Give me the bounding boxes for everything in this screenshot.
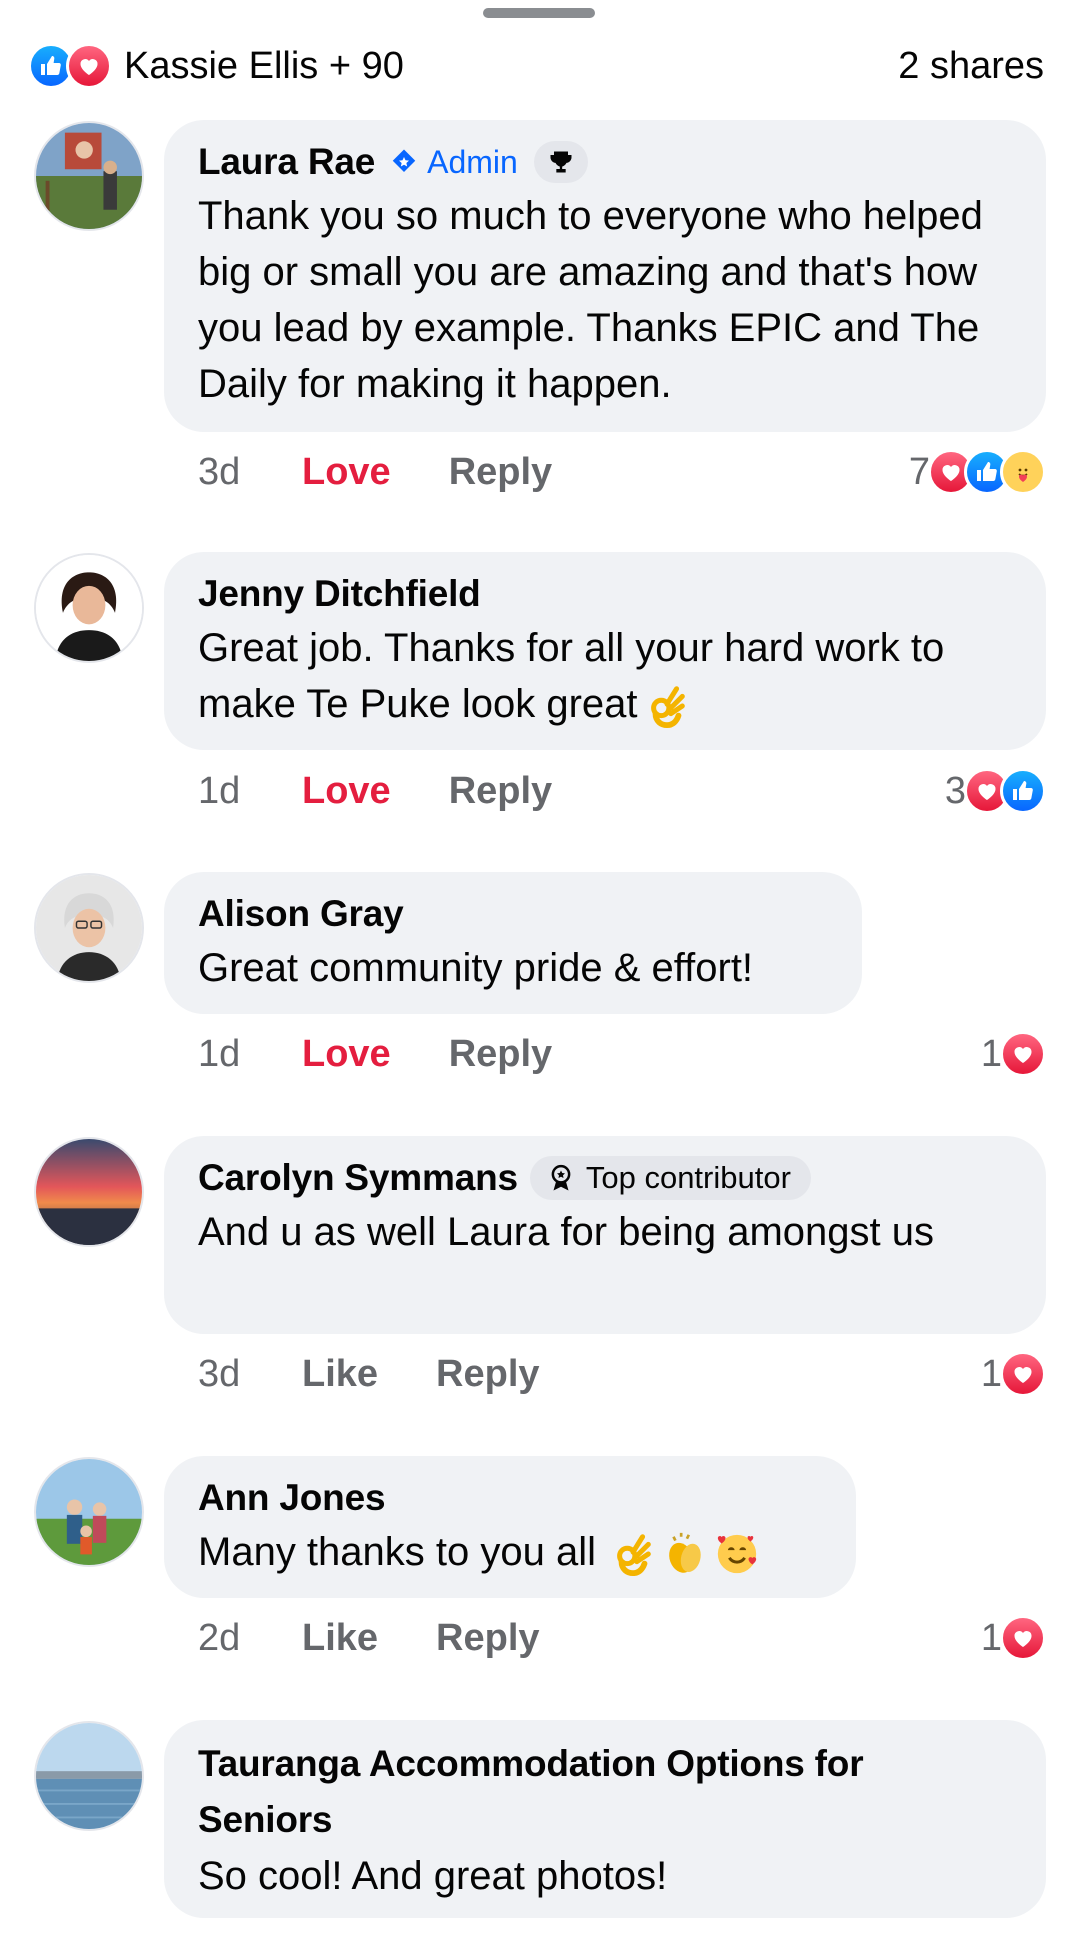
like-button[interactable]: Like <box>302 1617 378 1660</box>
comment-actions: 2d Like Reply <box>198 1610 598 1666</box>
comment-author[interactable]: Laura Rae <box>198 141 375 183</box>
comment-author[interactable]: Jenny Ditchfield <box>198 573 481 615</box>
comment-actions: 3d Love Reply <box>198 444 610 500</box>
comment-text: Great community pride & effort! <box>198 946 754 990</box>
comment-reactions[interactable]: 1 <box>981 1610 1046 1666</box>
comment-author[interactable]: Alison Gray <box>198 893 404 935</box>
avatar[interactable] <box>34 1721 144 1831</box>
like-reaction-icon <box>1000 768 1046 814</box>
reactions-summary[interactable]: Kassie Ellis + 90 2 shares <box>28 40 1044 92</box>
drag-handle[interactable] <box>483 8 595 18</box>
comment-bubble[interactable]: Ann Jones Many thanks to you all <box>164 1456 856 1598</box>
love-button[interactable]: Love <box>302 1033 391 1076</box>
comment-timestamp[interactable]: 1d <box>198 770 302 813</box>
comment-text: Great job. Thanks for all your hard work… <box>198 620 1010 732</box>
contributor-badge-icon <box>551 1164 571 1191</box>
admin-badge: Admin <box>389 144 518 181</box>
comment-timestamp[interactable]: 3d <box>198 451 302 494</box>
comment-reactions[interactable]: 1 <box>981 1346 1046 1402</box>
comment-author[interactable]: Tauranga Accommodation Options for Senio… <box>198 1736 968 1848</box>
comment-timestamp[interactable]: 3d <box>198 1353 302 1396</box>
reply-button[interactable]: Reply <box>449 451 552 494</box>
love-reaction-icon <box>66 43 112 89</box>
comment-bubble[interactable]: Carolyn Symmans Top contributor And u as… <box>164 1136 1046 1334</box>
top-contributor-badge: Top contributor <box>529 1156 811 1200</box>
avatar[interactable] <box>34 1137 144 1247</box>
comment-timestamp[interactable]: 2d <box>198 1617 302 1660</box>
comment-bubble[interactable]: Tauranga Accommodation Options for Senio… <box>164 1720 1046 1918</box>
comment-actions: 1d Love Reply <box>198 763 610 819</box>
comment-author[interactable]: Ann Jones <box>198 1477 386 1519</box>
shares-count[interactable]: 2 shares <box>898 45 1044 88</box>
comment-reactions[interactable]: 3 <box>945 763 1046 819</box>
top-contributor-label: Top contributor <box>585 1160 791 1195</box>
comment-text: Thank you so much to everyone who helped… <box>198 194 983 406</box>
comment-actions: 1d Love Reply <box>198 1026 610 1082</box>
clapping-hands-emoji <box>669 1533 701 1574</box>
comment-bubble[interactable]: Jenny Ditchfield Great job. Thanks for a… <box>164 552 1046 750</box>
trophy-icon <box>533 141 588 183</box>
love-reaction-icon <box>1000 1351 1046 1397</box>
reactors-summary-text[interactable]: Kassie Ellis + 90 <box>124 45 404 88</box>
reaction-count: 1 <box>980 1352 1002 1395</box>
ok-hand-emoji <box>617 1534 651 1577</box>
smiling-face-with-hearts-emoji <box>717 1535 757 1574</box>
reaction-count: 1 <box>980 1032 1002 1075</box>
admin-shield-icon <box>392 149 416 172</box>
reaction-count: 3 <box>944 769 966 812</box>
comment-text: And u as well Laura for being amongst us <box>198 1210 934 1254</box>
comment-reactions[interactable]: 1 <box>981 1026 1046 1082</box>
reply-button[interactable]: Reply <box>436 1353 539 1396</box>
comment-bubble[interactable]: Alison Gray Great community pride & effo… <box>164 872 862 1014</box>
reaction-count: 7 <box>908 450 930 493</box>
comment-bubble[interactable]: Laura Rae Admin Thank you so much to eve… <box>164 120 1046 432</box>
reply-button[interactable]: Reply <box>449 770 552 813</box>
reply-button[interactable]: Reply <box>436 1617 539 1660</box>
comment-author[interactable]: Carolyn Symmans <box>198 1157 518 1199</box>
comment-text-content: Great job. Thanks for all your hard work… <box>198 626 945 726</box>
ok-hand-emoji <box>650 686 685 729</box>
avatar[interactable] <box>34 553 144 663</box>
avatar[interactable] <box>34 1457 144 1567</box>
love-reaction-icon <box>1000 1615 1046 1661</box>
love-reaction-icon <box>1000 1031 1046 1077</box>
admin-badge-label: Admin <box>427 143 518 180</box>
care-reaction-icon <box>1000 449 1046 495</box>
like-button[interactable]: Like <box>302 1353 378 1396</box>
comments-sheet: Kassie Ellis + 90 2 shares Laura Rae Adm… <box>0 0 1072 1941</box>
love-button[interactable]: Love <box>302 451 391 494</box>
comment-text: So cool! And great photos! <box>198 1854 668 1898</box>
avatar[interactable] <box>34 121 144 231</box>
avatar[interactable] <box>34 873 144 983</box>
comment-timestamp[interactable]: 1d <box>198 1033 302 1076</box>
comment-reactions[interactable]: 7 <box>909 444 1046 500</box>
comment-text: Many thanks to you all <box>198 1524 820 1580</box>
love-button[interactable]: Love <box>302 770 391 813</box>
reaction-count: 1 <box>980 1616 1002 1659</box>
comment-text-content: Many thanks to you all <box>198 1530 596 1574</box>
reply-button[interactable]: Reply <box>449 1033 552 1076</box>
comment-actions: 3d Like Reply <box>198 1346 598 1402</box>
